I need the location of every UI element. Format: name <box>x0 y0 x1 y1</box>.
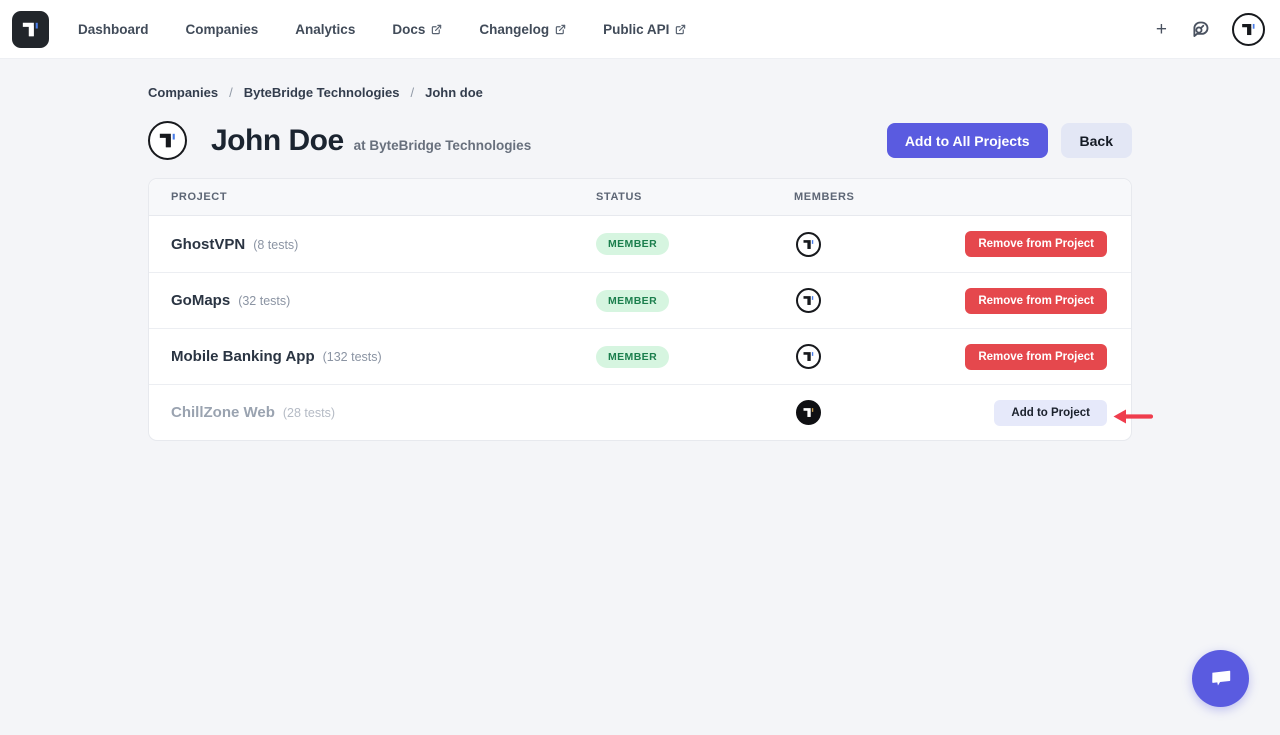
column-header-status: STATUS <box>596 191 794 203</box>
t-logo-icon <box>801 405 816 420</box>
page-header: John Doe at ByteBridge Technologies Add … <box>148 121 1132 160</box>
chat-widget-button[interactable] <box>1192 650 1249 707</box>
project-name: GhostVPN <box>171 236 245 253</box>
t-logo-icon <box>801 237 816 252</box>
breadcrumb-company[interactable]: ByteBridge Technologies <box>244 85 400 100</box>
breadcrumb-separator: / <box>229 85 233 100</box>
table-row: ChillZone Web (28 tests) Add to Project <box>149 384 1131 440</box>
remove-from-project-button[interactable]: Remove from Project <box>965 288 1107 314</box>
remove-from-project-button[interactable]: Remove from Project <box>965 344 1107 370</box>
plus-icon[interactable]: + <box>1154 18 1169 41</box>
add-to-project-button[interactable]: Add to Project <box>994 400 1107 426</box>
project-name: ChillZone Web <box>171 404 275 421</box>
external-link-icon <box>555 24 566 35</box>
top-navigation: Dashboard Companies Analytics Docs Chang… <box>0 0 1280 59</box>
breadcrumb-companies[interactable]: Companies <box>148 85 218 100</box>
t-logo-icon <box>19 18 42 41</box>
main-content: Companies / ByteBridge Technologies / Jo… <box>0 59 1280 441</box>
member-avatar <box>796 232 821 257</box>
project-name: Mobile Banking App <box>171 348 315 365</box>
table-row: Mobile Banking App (132 tests) MEMBER Re… <box>149 328 1131 384</box>
t-logo-icon <box>1239 20 1258 39</box>
project-test-count: (28 tests) <box>283 406 335 420</box>
nav-item-changelog[interactable]: Changelog <box>479 22 566 37</box>
header-actions: Add to All Projects Back <box>887 123 1132 158</box>
column-header-project: PROJECT <box>171 191 596 203</box>
nav-item-dashboard[interactable]: Dashboard <box>78 22 149 37</box>
page-title: John Doe <box>211 126 344 156</box>
remove-from-project-button[interactable]: Remove from Project <box>965 231 1107 257</box>
nav-item-analytics[interactable]: Analytics <box>295 22 355 37</box>
chat-bubble-icon <box>1207 665 1235 693</box>
projects-table: PROJECT STATUS MEMBERS GhostVPN (8 tests… <box>148 178 1132 441</box>
status-badge: MEMBER <box>596 346 669 368</box>
member-avatar <box>796 400 821 425</box>
user-avatar[interactable] <box>1232 13 1265 46</box>
project-test-count: (132 tests) <box>323 350 382 364</box>
member-avatar <box>796 288 821 313</box>
back-button[interactable]: Back <box>1061 123 1132 158</box>
primary-nav: Dashboard Companies Analytics Docs Chang… <box>78 22 686 37</box>
nav-item-docs[interactable]: Docs <box>392 22 442 37</box>
t-logo-icon <box>801 349 816 364</box>
column-header-members: MEMBERS <box>794 191 954 203</box>
add-to-all-projects-button[interactable]: Add to All Projects <box>887 123 1048 158</box>
nav-item-companies[interactable]: Companies <box>186 22 259 37</box>
nav-actions: + <box>1154 13 1265 46</box>
table-row: GoMaps (32 tests) MEMBER Remove from Pro… <box>149 272 1131 328</box>
person-avatar <box>148 121 187 160</box>
table-row: GhostVPN (8 tests) MEMBER Remove from Pr… <box>149 216 1131 272</box>
status-badge: MEMBER <box>596 233 669 255</box>
external-link-icon <box>675 24 686 35</box>
t-logo-icon <box>801 293 816 308</box>
breadcrumb-current-user: John doe <box>425 85 483 100</box>
breadcrumb: Companies / ByteBridge Technologies / Jo… <box>148 59 1132 100</box>
nav-item-public-api[interactable]: Public API <box>603 22 686 37</box>
project-name: GoMaps <box>171 292 230 309</box>
project-test-count: (8 tests) <box>253 238 298 252</box>
external-link-icon <box>431 24 442 35</box>
search-feedback-icon[interactable] <box>1190 19 1211 40</box>
status-badge: MEMBER <box>596 290 669 312</box>
page-subtitle: at ByteBridge Technologies <box>354 138 532 153</box>
member-avatar <box>796 344 821 369</box>
table-header: PROJECT STATUS MEMBERS <box>149 179 1131 216</box>
t-logo-icon <box>156 129 179 152</box>
breadcrumb-separator: / <box>411 85 415 100</box>
app-logo[interactable] <box>12 11 49 48</box>
project-test-count: (32 tests) <box>238 294 290 308</box>
